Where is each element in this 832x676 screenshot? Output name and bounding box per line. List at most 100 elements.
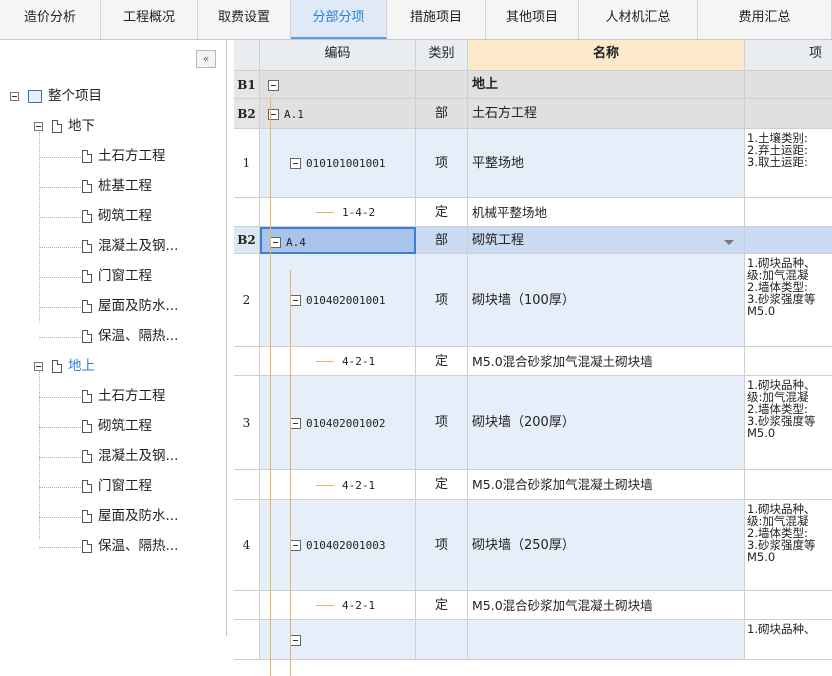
tree-node-item[interactable]: 屋面及防水... bbox=[82, 294, 178, 318]
tree-node-item[interactable]: 砌筑工程 bbox=[82, 414, 152, 438]
collapse-toggle-icon[interactable] bbox=[34, 361, 43, 371]
type-cell[interactable]: 部 bbox=[416, 227, 468, 254]
code-cell[interactable]: 010101001001 bbox=[260, 129, 416, 198]
type-cell[interactable]: 项 bbox=[416, 254, 468, 347]
column-header-name[interactable]: 名称 bbox=[468, 40, 745, 71]
code-cell[interactable]: 4-2-1 bbox=[260, 347, 416, 376]
collapse-toggle-icon[interactable] bbox=[290, 158, 301, 169]
name-cell[interactable]: 砌块墙（250厚） bbox=[468, 500, 745, 591]
type-cell[interactable]: 定 bbox=[416, 198, 468, 227]
collapse-toggle-icon[interactable] bbox=[270, 237, 281, 248]
collapse-panel-button[interactable]: « bbox=[196, 50, 216, 68]
type-cell[interactable]: 项 bbox=[416, 376, 468, 470]
code-cell[interactable]: 4-2-1 bbox=[260, 470, 416, 500]
name-cell[interactable]: 地上 bbox=[468, 71, 745, 99]
name-cell[interactable]: 砌块墙（100厚） bbox=[468, 254, 745, 347]
name-cell[interactable]: M5.0混合砂浆加气混凝土砌块墙 bbox=[468, 470, 745, 500]
name-cell[interactable]: M5.0混合砂浆加气混凝土砌块墙 bbox=[468, 347, 745, 376]
name-cell[interactable]: 平整场地 bbox=[468, 129, 745, 198]
row-number[interactable]: 1 bbox=[234, 129, 260, 198]
row-number[interactable] bbox=[234, 198, 260, 227]
row-number[interactable]: 2 bbox=[234, 254, 260, 347]
tree-node-item[interactable]: 土石方工程 bbox=[82, 144, 166, 168]
tree-node-aboveground[interactable]: 地上 bbox=[34, 354, 95, 378]
name-cell[interactable]: 土石方工程 bbox=[468, 99, 745, 129]
feature-cell[interactable] bbox=[745, 347, 832, 376]
type-cell[interactable] bbox=[416, 71, 468, 99]
feature-cell[interactable]: 1.砌块品种、 级:加气混凝 2.墙体类型: 3.砂浆强度等 M5.0 bbox=[745, 376, 832, 470]
code-cell[interactable]: A.1 bbox=[260, 99, 416, 129]
collapse-toggle-icon[interactable] bbox=[10, 91, 19, 101]
tab-fee-settings[interactable]: 取费设置 bbox=[198, 0, 291, 39]
code-cell[interactable]: 010402001003 bbox=[260, 500, 416, 591]
name-cell[interactable]: 砌块墙（200厚） bbox=[468, 376, 745, 470]
tree-node-underground[interactable]: 地下 bbox=[34, 114, 95, 138]
tree-node-item[interactable]: 土石方工程 bbox=[82, 384, 166, 408]
tree-node-item[interactable]: 门窗工程 bbox=[82, 474, 152, 498]
tab-measure-items[interactable]: 措施项目 bbox=[387, 0, 486, 39]
name-cell[interactable]: 机械平整场地 bbox=[468, 198, 745, 227]
column-header-feature[interactable]: 项 bbox=[745, 40, 832, 71]
row-number[interactable] bbox=[234, 620, 260, 660]
code-cell[interactable] bbox=[260, 620, 416, 660]
feature-cell[interactable]: 1.砌块品种、 级:加气混凝 2.墙体类型: 3.砂浆强度等 M5.0 bbox=[745, 254, 832, 347]
collapse-toggle-icon[interactable] bbox=[268, 80, 279, 91]
tab-other-items[interactable]: 其他项目 bbox=[486, 0, 579, 39]
type-cell[interactable]: 项 bbox=[416, 129, 468, 198]
tab-fee-summary[interactable]: 费用汇总 bbox=[698, 0, 832, 39]
collapse-toggle-icon[interactable] bbox=[290, 418, 301, 429]
feature-cell[interactable]: 1.砌块品种、 级:加气混凝 2.墙体类型: 3.砂浆强度等 M5.0 bbox=[745, 500, 832, 591]
feature-cell[interactable] bbox=[745, 470, 832, 500]
column-header-type[interactable]: 类别 bbox=[416, 40, 468, 71]
code-cell[interactable]: A.4 bbox=[260, 227, 416, 254]
tree-node-item[interactable]: 混凝土及钢... bbox=[82, 444, 178, 468]
tree-node-item[interactable]: 桩基工程 bbox=[82, 174, 152, 198]
feature-cell[interactable] bbox=[745, 99, 832, 129]
row-number[interactable]: B1 bbox=[234, 71, 260, 99]
tree-node-item[interactable]: 保温、隔热... bbox=[82, 534, 178, 558]
tree-node-item[interactable]: 砌筑工程 bbox=[82, 204, 152, 228]
row-number[interactable] bbox=[234, 347, 260, 376]
row-number[interactable] bbox=[234, 591, 260, 620]
collapse-toggle-icon[interactable] bbox=[290, 540, 301, 551]
code-cell[interactable]: 1-4-2 bbox=[260, 198, 416, 227]
feature-cell[interactable] bbox=[745, 198, 832, 227]
code-cell[interactable]: 010402001002 bbox=[260, 376, 416, 470]
type-cell[interactable] bbox=[416, 620, 468, 660]
feature-cell[interactable] bbox=[745, 227, 832, 254]
tab-sub-items[interactable]: 分部分项 bbox=[291, 0, 387, 39]
row-number[interactable]: 3 bbox=[234, 376, 260, 470]
tree-node-whole-project[interactable]: 整个项目 bbox=[10, 84, 102, 108]
tree-node-item[interactable]: 屋面及防水... bbox=[82, 504, 178, 528]
type-cell[interactable]: 定 bbox=[416, 470, 468, 500]
feature-cell[interactable] bbox=[745, 71, 832, 99]
type-cell[interactable]: 项 bbox=[416, 500, 468, 591]
code-cell[interactable] bbox=[260, 71, 416, 99]
tab-cost-analysis[interactable]: 造价分析 bbox=[0, 0, 101, 39]
tree-node-item[interactable]: 保温、隔热... bbox=[82, 324, 178, 348]
name-cell[interactable]: 砌筑工程 bbox=[468, 227, 745, 254]
type-cell[interactable]: 定 bbox=[416, 347, 468, 376]
name-cell[interactable]: M5.0混合砂浆加气混凝土砌块墙 bbox=[468, 591, 745, 620]
row-number[interactable]: B2 bbox=[234, 99, 260, 129]
tab-project-overview[interactable]: 工程概况 bbox=[101, 0, 198, 39]
name-cell[interactable] bbox=[468, 620, 745, 660]
feature-cell[interactable]: 1.砌块品种、 bbox=[745, 620, 832, 660]
collapse-toggle-icon[interactable] bbox=[290, 635, 301, 646]
row-number[interactable]: B2 bbox=[234, 227, 260, 254]
code-cell[interactable]: 4-2-1 bbox=[260, 591, 416, 620]
type-cell[interactable]: 部 bbox=[416, 99, 468, 129]
column-header-code[interactable]: 编码 bbox=[260, 40, 416, 71]
code-cell[interactable]: 010402001001 bbox=[260, 254, 416, 347]
feature-cell[interactable] bbox=[745, 591, 832, 620]
dropdown-arrow-icon[interactable] bbox=[724, 240, 734, 245]
tree-node-item[interactable]: 门窗工程 bbox=[82, 264, 152, 288]
collapse-toggle-icon[interactable] bbox=[290, 295, 301, 306]
feature-cell[interactable]: 1.土壤类别: 2.弃土运距: 3.取土运距: bbox=[745, 129, 832, 198]
row-number[interactable] bbox=[234, 470, 260, 500]
collapse-toggle-icon[interactable] bbox=[34, 121, 43, 131]
type-cell[interactable]: 定 bbox=[416, 591, 468, 620]
tab-material-summary[interactable]: 人材机汇总 bbox=[579, 0, 698, 39]
tree-node-item[interactable]: 混凝土及钢... bbox=[82, 234, 178, 258]
row-number[interactable]: 4 bbox=[234, 500, 260, 591]
